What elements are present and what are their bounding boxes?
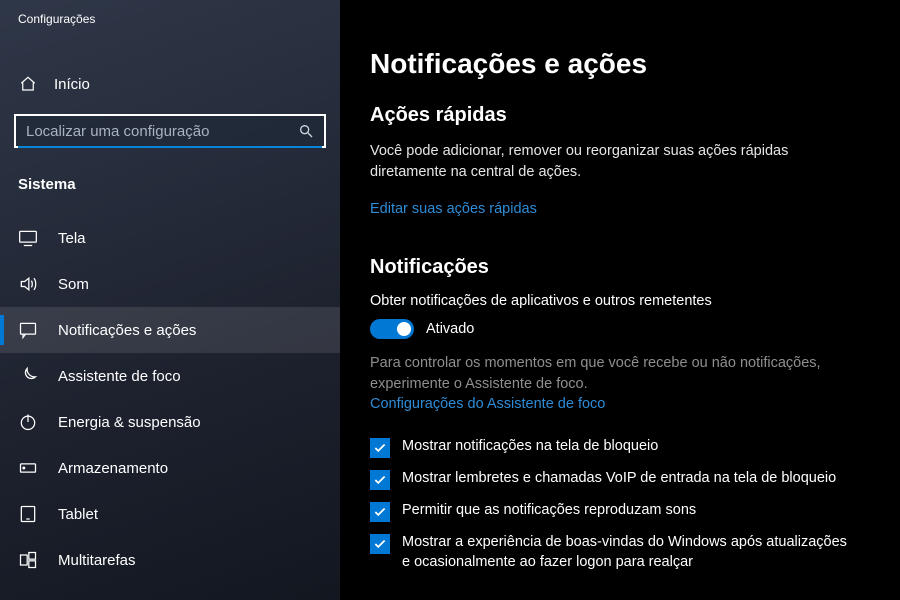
search-icon xyxy=(298,123,314,139)
check-notification-sounds[interactable]: Permitir que as notificações reproduzam … xyxy=(370,501,870,522)
sidebar-item-som[interactable]: Som xyxy=(0,261,340,307)
display-icon xyxy=(18,228,38,248)
sidebar-item-label: Multitarefas xyxy=(58,552,136,569)
main-panel: Notificações e ações Ações rápidas Você … xyxy=(340,0,900,600)
check-voip-reminders[interactable]: Mostrar lembretes e chamadas VoIP de ent… xyxy=(370,469,870,490)
search-container xyxy=(0,104,340,162)
check-label: Mostrar lembretes e chamadas VoIP de ent… xyxy=(402,469,836,489)
focus-assist-link[interactable]: Configurações do Assistente de foco xyxy=(370,396,605,412)
checkbox-icon xyxy=(370,470,390,490)
sidebar-item-notificacoes[interactable]: Notificações e ações xyxy=(0,307,340,353)
sidebar-item-tela[interactable]: Tela xyxy=(0,215,340,261)
home-nav[interactable]: Início xyxy=(0,64,340,104)
check-welcome-experience[interactable]: Mostrar a experiência de boas-vindas do … xyxy=(370,533,870,572)
check-label: Permitir que as notificações reproduzam … xyxy=(402,501,696,521)
checkbox-icon xyxy=(370,438,390,458)
sidebar-item-armazenamento[interactable]: Armazenamento xyxy=(0,445,340,491)
sidebar-item-energia[interactable]: Energia & suspensão xyxy=(0,399,340,445)
power-icon xyxy=(18,412,38,432)
quick-actions-desc: Você pode adicionar, remover ou reorgani… xyxy=(370,141,850,183)
sidebar-item-label: Notificações e ações xyxy=(58,322,196,339)
notifications-toggle-label: Obter notificações de aplicativos e outr… xyxy=(370,293,870,309)
home-label: Início xyxy=(54,76,90,93)
sidebar-item-label: Tela xyxy=(58,230,86,247)
sidebar-item-label: Assistente de foco xyxy=(58,368,181,385)
notifications-heading: Notificações xyxy=(370,256,870,279)
check-lockscreen-notifications[interactable]: Mostrar notificações na tela de bloqueio xyxy=(370,437,870,458)
check-label: Mostrar a experiência de boas-vindas do … xyxy=(402,533,852,572)
moon-icon xyxy=(18,366,38,386)
sidebar-item-multitarefas[interactable]: Multitarefas xyxy=(0,537,340,583)
storage-icon xyxy=(18,458,38,478)
search-box[interactable] xyxy=(14,114,326,148)
search-input[interactable] xyxy=(26,123,298,140)
nav-list: Tela Som Notificações e ações Assistente… xyxy=(0,215,340,583)
focus-assist-hint: Para controlar os momentos em que você r… xyxy=(370,353,860,395)
multitask-icon xyxy=(18,550,38,570)
edit-quick-actions-link[interactable]: Editar suas ações rápidas xyxy=(370,201,537,217)
sidebar-item-label: Som xyxy=(58,276,89,293)
sidebar-item-label: Tablet xyxy=(58,506,98,523)
sidebar-item-label: Energia & suspensão xyxy=(58,414,201,431)
sidebar-item-tablet[interactable]: Tablet xyxy=(0,491,340,537)
sidebar-item-label: Armazenamento xyxy=(58,460,168,477)
sound-icon xyxy=(18,274,38,294)
sidebar-item-foco[interactable]: Assistente de foco xyxy=(0,353,340,399)
toggle-state-text: Ativado xyxy=(426,321,474,337)
sidebar: Configurações Início Sistema Tela Som xyxy=(0,0,340,600)
page-title: Notificações e ações xyxy=(370,48,870,80)
notifications-toggle[interactable] xyxy=(370,319,414,339)
notification-options: Mostrar notificações na tela de bloqueio… xyxy=(370,437,870,572)
check-label: Mostrar notificações na tela de bloqueio xyxy=(402,437,658,457)
notification-icon xyxy=(18,320,38,340)
checkbox-icon xyxy=(370,502,390,522)
tablet-icon xyxy=(18,504,38,524)
quick-actions-heading: Ações rápidas xyxy=(370,104,870,127)
checkbox-icon xyxy=(370,534,390,554)
home-icon xyxy=(18,74,38,94)
category-title: Sistema xyxy=(0,162,340,201)
app-title: Configurações xyxy=(0,0,340,44)
